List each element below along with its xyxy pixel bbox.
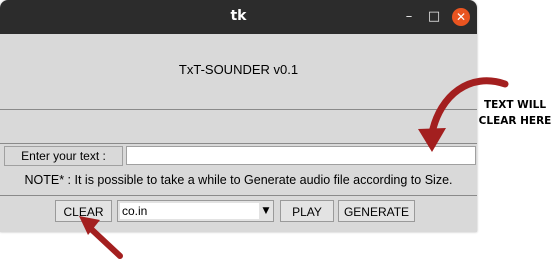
curved-arrow-icon [428,77,509,137]
straight-arrow-icon [87,225,123,259]
curved-arrow-head-icon [418,128,446,152]
annotation-arrows [79,77,509,259]
